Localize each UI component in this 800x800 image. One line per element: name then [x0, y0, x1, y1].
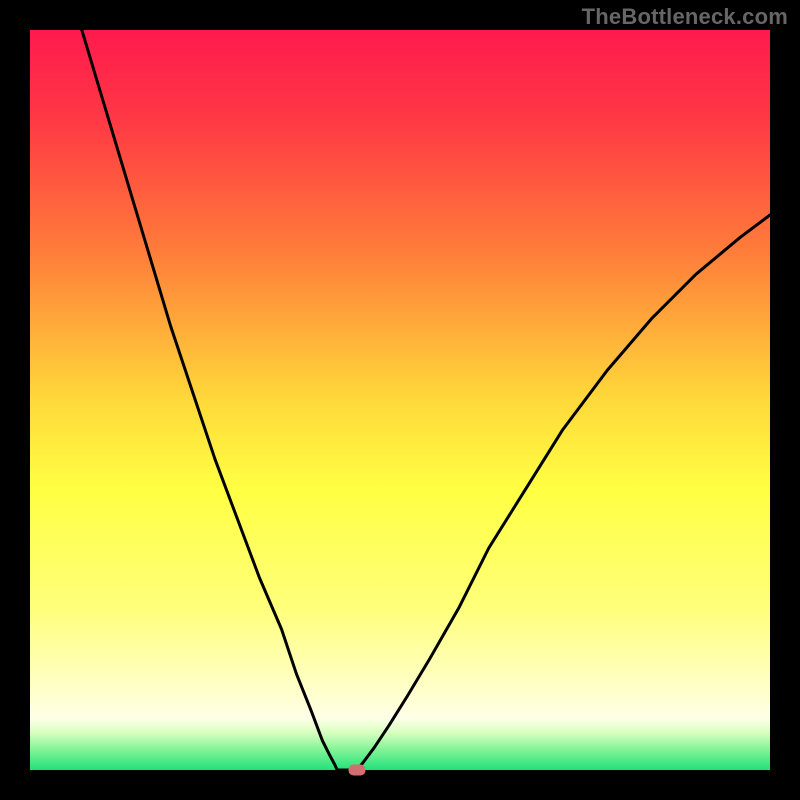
bottleneck-marker: [349, 765, 366, 776]
curve-left-branch: [82, 30, 337, 770]
curve-layer: [30, 30, 770, 770]
chart-outer-frame: TheBottleneck.com: [0, 0, 800, 800]
curve-right-branch: [357, 215, 770, 770]
watermark-label: TheBottleneck.com: [582, 4, 788, 30]
plot-area: [30, 30, 770, 770]
